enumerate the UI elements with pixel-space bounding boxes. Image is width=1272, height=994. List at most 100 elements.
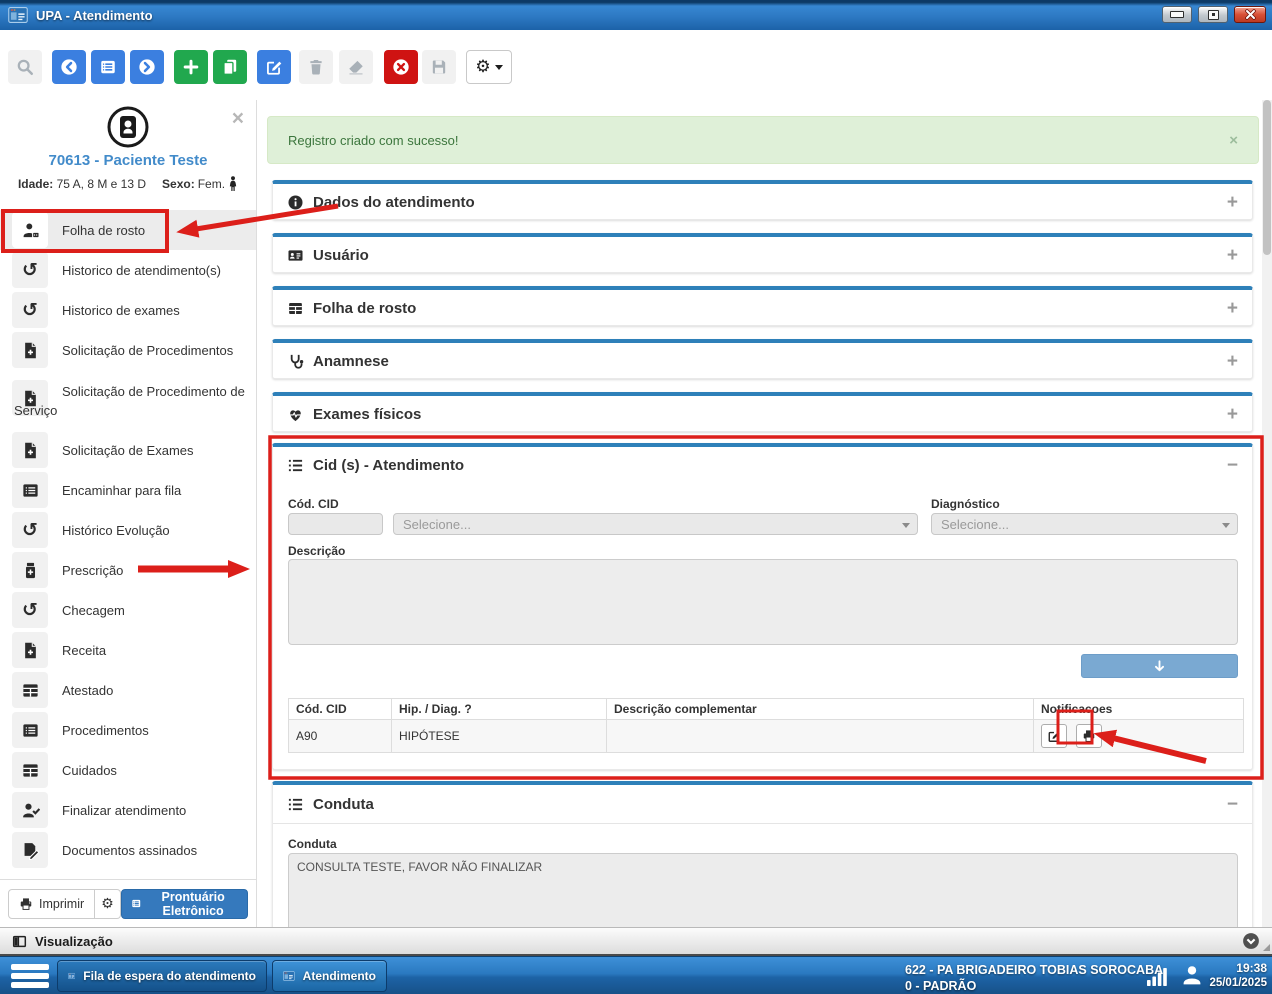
delete-button[interactable] [299,50,333,84]
section-title: Exames físicos [313,406,421,423]
list-icon [99,58,117,76]
chevron-down-circle-icon [1242,932,1260,950]
edit-button[interactable] [257,50,291,84]
sidebar-item-historico-exames[interactable]: Historico de exames [0,290,256,330]
printer-icon [1082,729,1096,743]
person-badge-icon [12,212,48,248]
sidebar-item-solicitacao-procedimento-servico[interactable]: Solicitação de Procedimento de Serviço [0,370,256,430]
sidebar-item-historico-atendimentos[interactable]: Historico de atendimento(s) [0,250,256,290]
expand-toggle[interactable]: + [1227,193,1238,212]
sidebar-item-solicitacao-procedimentos[interactable]: Solicitação de Procedimentos [0,330,256,370]
sidebar-item-checagem[interactable]: Checagem [0,590,256,630]
section-header[interactable]: Anamnese + [273,343,1252,379]
section-header[interactable]: Cid (s) - Atendimento − [273,447,1252,483]
sidebar-item-label: Encaminhar para fila [62,483,181,498]
section-title: Anamnese [313,353,389,370]
section-header[interactable]: Conduta − [273,785,1252,824]
prontuario-eletronico-button[interactable]: Prontuário Eletrônico [121,889,248,919]
collapse-toggle[interactable]: − [1227,795,1238,814]
file-plus-icon [12,432,48,468]
section-header[interactable]: Usuário + [273,237,1252,273]
section-title: Folha de rosto [313,300,416,317]
resize-grip[interactable] [1263,944,1270,951]
section-header[interactable]: Dados do atendimento + [273,184,1252,220]
clear-button[interactable] [339,50,373,84]
expand-toggle[interactable]: + [1227,405,1238,424]
sidebar-item-label: Folha de rosto [62,223,145,238]
cid-table-row: A90 HIPÓTESE [289,720,1244,753]
cancel-button[interactable] [384,50,418,84]
file-plus-icon [12,332,48,368]
section-exames-fisicos: Exames físicos + [272,392,1253,432]
sidebar-item-documentos-assinados[interactable]: Documentos assinados [0,830,256,870]
expand-toggle[interactable]: + [1227,352,1238,371]
expand-toggle[interactable]: + [1227,246,1238,265]
restore-icon [1208,10,1219,20]
row-edit-button[interactable] [1041,724,1067,748]
queue-list-button[interactable] [91,50,125,84]
nav-back-button[interactable] [52,50,86,84]
vertical-scrollbar[interactable] [1262,100,1272,927]
patient-sex: Sexo: Fem. [162,176,238,191]
sidebar-close-button[interactable]: × [232,108,244,129]
time: 19:38 [1209,961,1267,976]
add-button[interactable] [174,50,208,84]
conduta-textarea[interactable]: CONSULTA TESTE, FAVOR NÃO FINALIZAR [288,853,1238,927]
task-atendimento[interactable]: Atendimento [272,960,387,992]
search-button[interactable] [8,50,42,84]
task-fila-de-espera[interactable]: Fila de espera do atendimento [57,960,267,992]
sidebar-item-receita[interactable]: Receita [0,630,256,670]
sidebar-item-encaminhar-fila[interactable]: Encaminhar para fila [0,470,256,510]
stethoscope-icon [287,353,304,370]
sidebar-item-historico-evolucao[interactable]: Histórico Evolução [0,510,256,550]
list-icon [12,712,48,748]
minimize-button[interactable] [1162,6,1192,23]
app-icon [8,7,28,23]
menu-button[interactable] [11,964,49,991]
add-cid-down-button[interactable] [1081,654,1238,678]
settings-gear-button[interactable] [466,50,512,84]
patient-avatar [106,105,150,149]
user-icon[interactable] [1180,963,1204,987]
scrollbar-thumb[interactable] [1263,100,1271,255]
row-print-button[interactable] [1076,724,1102,748]
sidebar-item-label: Receita [62,643,106,658]
heart-pulse-icon [287,406,304,423]
sidebar-settings-button[interactable] [95,889,121,919]
alert-close-button[interactable]: × [1229,132,1238,149]
cell-cod-cid: A90 [289,720,392,753]
cod-cid-input[interactable] [288,513,383,535]
expand-panel-button[interactable] [1242,932,1260,950]
section-header[interactable]: Exames físicos + [273,396,1252,432]
diagnostico-select-placeholder: Selecione... [941,517,1009,532]
sidebar-item-solicitacao-exames[interactable]: Solicitação de Exames [0,430,256,470]
diagnostico-select[interactable]: Selecione... [931,513,1238,535]
sidebar-item-prescricao[interactable]: Prescrição [0,550,256,590]
save-button[interactable] [422,50,456,84]
conduta-label: Conduta [288,837,337,851]
task-label: Fila de espera do atendimento [83,969,256,983]
arrow-right-circle-icon [138,58,156,76]
close-window-button[interactable] [1234,6,1266,23]
app-window-icon [283,967,295,985]
print-button[interactable]: Imprimir [8,889,95,919]
sidebar-item-procedimentos[interactable]: Procedimentos [0,710,256,750]
sidebar-item-folha-de-rosto[interactable]: Folha de rosto [0,210,256,250]
signal-icon [1146,965,1170,987]
list-icon [12,472,48,508]
expand-toggle[interactable]: + [1227,299,1238,318]
sidebar-item-atestado[interactable]: Atestado [0,670,256,710]
history-icon [12,252,48,288]
sidebar-item-cuidados[interactable]: Cuidados [0,750,256,790]
sidebar-item-label: Historico de atendimento(s) [62,263,221,278]
descricao-textarea[interactable] [288,559,1238,645]
restore-button[interactable] [1198,6,1228,23]
section-header[interactable]: Folha de rosto + [273,290,1252,326]
copy-button[interactable] [213,50,247,84]
collapse-toggle[interactable]: − [1227,456,1238,475]
cid-select[interactable]: Selecione... [393,513,918,535]
main-content: Registro criado com sucesso! × Dados do … [257,100,1272,927]
nav-forward-button[interactable] [130,50,164,84]
sidebar-item-finalizar-atendimento[interactable]: Finalizar atendimento [0,790,256,830]
id-card-icon [287,247,304,264]
